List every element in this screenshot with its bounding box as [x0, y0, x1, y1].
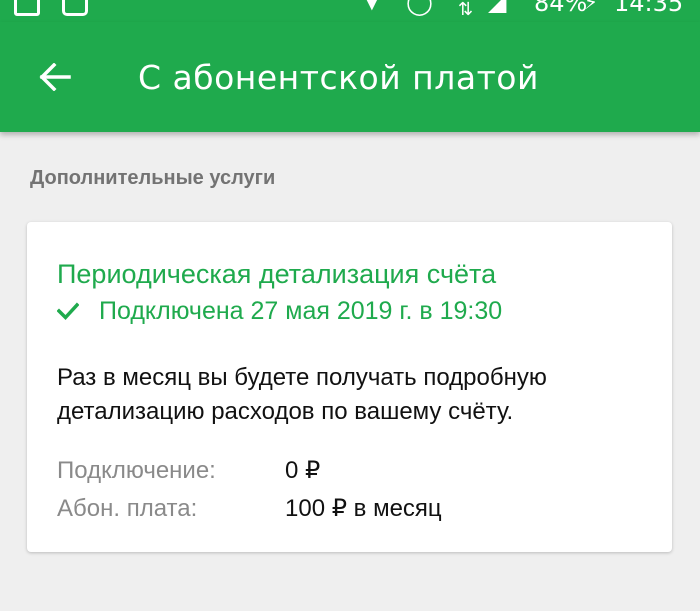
back-button[interactable] [28, 50, 82, 104]
signal-icon: ◢ [488, 0, 507, 16]
alarm-icon: ◯ [406, 0, 433, 16]
page-title: С абонентской платой [138, 58, 539, 97]
service-status: Подключена 27 мая 2019 г. в 19:30 [57, 295, 502, 327]
service-title: Периодическая детализация счёта [57, 259, 497, 289]
chat-icon [62, 0, 88, 16]
clock: 14:35 [614, 0, 684, 17]
section-header: Дополнительные услуги [30, 167, 276, 189]
info-value: 100 ₽ в месяц [285, 495, 442, 522]
info-value: 0 ₽ [285, 457, 321, 484]
info-label: Абон. плата: [57, 495, 198, 522]
image-icon [14, 0, 40, 16]
battery-charging-icon: ⚡ [584, 0, 599, 14]
check-icon [57, 302, 79, 321]
app-bar: С абонентской платой [0, 22, 700, 132]
battery-percent: 84% [534, 0, 588, 17]
service-description: Раз в месяц вы будете получать подробную… [57, 364, 547, 425]
location-icon: ▼ [360, 0, 384, 16]
service-card[interactable]: Периодическая детализация счёта Подключе… [27, 222, 672, 552]
arrow-back-icon [39, 63, 71, 91]
data-transfer-icon: ⇅ [458, 0, 474, 19]
info-label: Подключение: [57, 457, 216, 484]
screen: ▼ ◯ ⇅ ◢ 84% ⚡ 14:35 С абонентской платой… [0, 0, 700, 611]
status-bar: ▼ ◯ ⇅ ◢ 84% ⚡ 14:35 [0, 0, 700, 22]
status-text: Подключена 27 мая 2019 г. в 19:30 [99, 297, 503, 325]
